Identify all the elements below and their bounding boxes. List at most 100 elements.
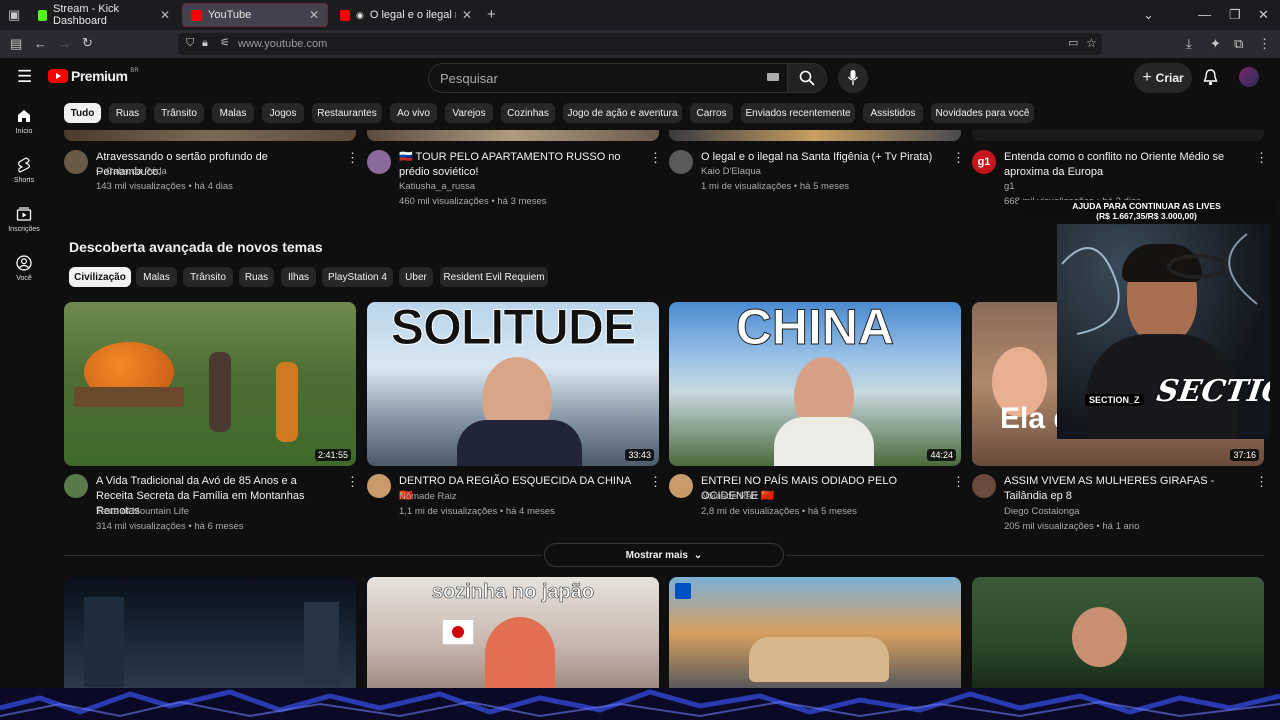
video-thumbnail[interactable] [669, 577, 961, 688]
video-meta: 205 mil visualizações • há 1 ano [1004, 521, 1140, 532]
more-options-icon[interactable]: ⋮ [1255, 475, 1268, 488]
chip-ao-vivo[interactable]: Ao vivo [390, 103, 437, 123]
channel-avatar[interactable] [64, 474, 88, 498]
forward-icon[interactable]: → [58, 37, 71, 50]
video-thumbnail[interactable] [367, 130, 659, 141]
chip-jogos[interactable]: Jogos [262, 103, 304, 123]
chip-civilizacao[interactable]: Civilização [69, 267, 131, 287]
chip-cozinhas[interactable]: Cozinhas [501, 103, 555, 123]
chip-assistidos[interactable]: Assistidos [863, 103, 923, 123]
video-thumbnail[interactable]: CHINA 44:24 [669, 302, 961, 466]
chip-varejos[interactable]: Varejos [445, 103, 493, 123]
chip-malas[interactable]: Malas [212, 103, 254, 123]
close-icon[interactable]: ✕ [462, 8, 472, 22]
channel-name[interactable]: Kaio D'Elaqua [701, 164, 941, 179]
video-thumbnail[interactable] [64, 577, 356, 688]
notifications-bell-icon[interactable] [1203, 69, 1218, 86]
chip-playstation-4[interactable]: PlayStation 4 [322, 267, 393, 287]
channel-avatar[interactable] [367, 474, 391, 498]
chip-transito[interactable]: Trânsito [154, 103, 204, 123]
search-input[interactable]: Pesquisar [428, 63, 788, 93]
keyboard-icon[interactable] [767, 73, 779, 81]
tab-title: O legal e o ilegal na Santa I [369, 9, 456, 21]
chip-carros[interactable]: Carros [690, 103, 733, 123]
sidebar-item-inicio[interactable]: Início [0, 108, 48, 135]
channel-avatar[interactable] [367, 150, 391, 174]
video-title[interactable]: ASSIM VIVEM AS MULHERES GIRAFAS - Tailân… [1004, 474, 1244, 504]
video-thumbnail[interactable]: SOLITUDE 33:43 [367, 302, 659, 466]
chip-ruas[interactable]: Ruas [239, 267, 274, 287]
chevron-down-icon[interactable]: ⌄ [1143, 8, 1154, 21]
chip-restaurantes[interactable]: Restaurantes [312, 103, 382, 123]
voice-search-button[interactable] [838, 63, 868, 93]
close-window-icon[interactable]: ✕ [1258, 8, 1269, 21]
channel-name[interactable]: Nômade Raiz [399, 489, 639, 504]
channel-avatar[interactable]: g1 [972, 150, 996, 174]
chip-tudo[interactable]: Tudo [64, 103, 101, 123]
channel-name[interactable]: Katiusha_a_russa [399, 179, 639, 194]
hamburger-menu-icon[interactable]: ☰ [17, 68, 32, 85]
channel-name[interactable]: Diego Costalonga [1004, 504, 1244, 519]
chip-novidades[interactable]: Novidades para você [931, 103, 1034, 123]
channel-avatar[interactable] [64, 150, 88, 174]
sidebar-toggle-icon[interactable]: ▤ [10, 37, 22, 50]
chip-jogo-acao-aventura[interactable]: Jogo de ação e aventura [563, 103, 682, 123]
video-thumbnail[interactable] [972, 130, 1264, 141]
chip-uber[interactable]: Uber [399, 267, 433, 287]
tab-youtube[interactable]: YouTube ✕ [182, 3, 328, 27]
create-button[interactable]: + Criar [1134, 63, 1192, 93]
more-options-icon[interactable]: ⋮ [346, 151, 359, 164]
video-thumbnail[interactable] [64, 130, 356, 141]
extension-icon[interactable]: ✦ [1210, 37, 1221, 50]
sidebar-item-voce[interactable]: Você [0, 255, 48, 282]
menu-icon[interactable]: ⋮ [1258, 37, 1271, 50]
channel-name[interactable]: g1 [1004, 179, 1244, 194]
sidebar-item-inscricoes[interactable]: Inscrições [0, 206, 48, 233]
close-icon[interactable]: ✕ [309, 8, 319, 22]
youtube-logo[interactable]: Premium BR [48, 68, 139, 84]
search-button[interactable] [787, 63, 827, 93]
video-thumbnail[interactable] [972, 577, 1264, 688]
chip-ilhas[interactable]: Ilhas [281, 267, 316, 287]
reload-icon[interactable]: ↻ [82, 36, 93, 49]
sidebar-item-shorts[interactable]: Shorts [0, 157, 48, 184]
video-thumbnail[interactable]: 2:41:55 [64, 302, 356, 466]
show-more-button[interactable]: Mostrar mais ⌄ [544, 543, 784, 567]
more-options-icon[interactable]: ⋮ [1255, 151, 1268, 164]
tab-video[interactable]: ◉ O legal e o ilegal na Santa I ✕ [332, 3, 480, 27]
video-thumbnail[interactable] [669, 130, 961, 141]
channel-name[interactable]: O Caba da Péda [96, 164, 336, 179]
new-tab-icon[interactable]: + [487, 7, 496, 22]
channel-name[interactable]: Taste of Mountain Life [96, 504, 336, 519]
chip-transito[interactable]: Trânsito [183, 267, 233, 287]
download-icon[interactable]: ⤓ [1186, 37, 1192, 50]
channel-name[interactable]: Nômade Raiz [701, 489, 941, 504]
chip-resident-evil-requiem[interactable]: Resident Evil Requiem [440, 267, 548, 287]
chip-malas[interactable]: Malas [136, 267, 177, 287]
more-options-icon[interactable]: ⋮ [649, 475, 662, 488]
more-options-icon[interactable]: ⋮ [649, 151, 662, 164]
maximize-icon[interactable]: ❐ [1229, 8, 1241, 21]
chip-enviados-recentemente[interactable]: Enviados recentemente [741, 103, 855, 123]
video-title[interactable]: Entenda como o conflito no Oriente Médio… [1004, 150, 1249, 180]
channel-avatar[interactable] [972, 474, 996, 498]
tab-list-icon[interactable]: ▣ [8, 8, 20, 21]
close-icon[interactable]: ✕ [160, 8, 170, 22]
more-options-icon[interactable]: ⋮ [952, 151, 965, 164]
address-bar[interactable]: ⛉ 🔒︎ ⚟ www.youtube.com ▭ ☆ [178, 33, 1102, 55]
video-title[interactable]: 🇷🇺 TOUR PELO APARTAMENTO RUSSO no prédio… [399, 150, 639, 180]
more-options-icon[interactable]: ⋮ [952, 475, 965, 488]
more-options-icon[interactable]: ⋮ [346, 475, 359, 488]
extensions-puzzle-icon[interactable]: ⧉ [1234, 37, 1243, 50]
reader-view-icon[interactable]: ▭ [1068, 38, 1078, 49]
back-icon[interactable]: ← [34, 37, 47, 50]
avatar[interactable] [1239, 67, 1259, 87]
channel-avatar[interactable] [669, 150, 693, 174]
minimize-icon[interactable]: — [1198, 8, 1211, 21]
tab-kick-dashboard[interactable]: Stream - Kick Dashboard ✕ [30, 3, 178, 27]
bookmark-star-icon[interactable]: ☆ [1086, 37, 1097, 49]
video-thumbnail[interactable]: sozinha no japão [367, 577, 659, 692]
video-title[interactable]: O legal e o ilegal na Santa Ifigênia (+ … [701, 150, 941, 165]
channel-avatar[interactable] [669, 474, 693, 498]
chip-ruas[interactable]: Ruas [109, 103, 146, 123]
